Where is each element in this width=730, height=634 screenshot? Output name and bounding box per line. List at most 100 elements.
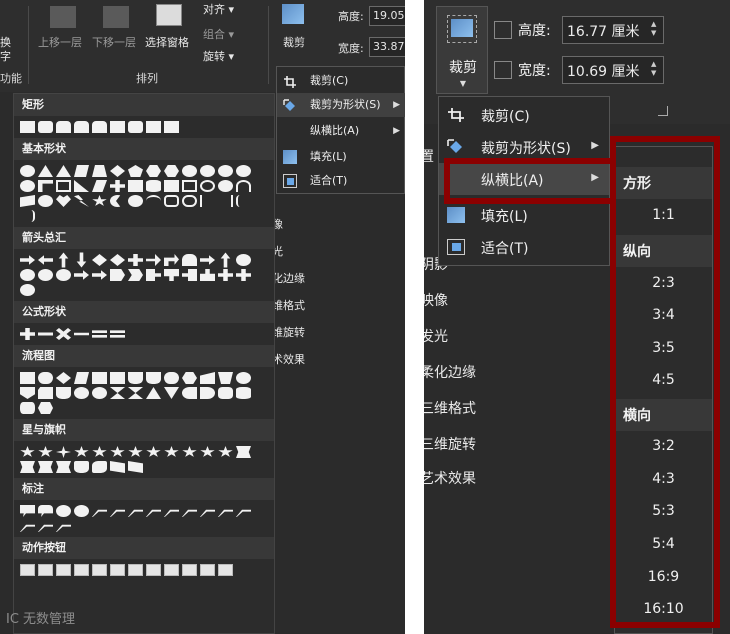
rectangular-callout-shape-icon[interactable] — [20, 505, 35, 517]
menu-item-crop[interactable]: 裁剪(C) — [277, 69, 405, 93]
curved-up-arrow-shape-icon[interactable] — [38, 269, 53, 281]
action-button-help-icon[interactable] — [200, 564, 215, 576]
no-symbol-shape-icon[interactable] — [218, 180, 233, 192]
right-brace-shape-icon[interactable] — [20, 210, 35, 222]
curved-down-arrow-shape-icon[interactable] — [56, 269, 71, 281]
down-arrow-shape-icon[interactable] — [76, 253, 88, 268]
star-16-point-shape-icon[interactable] — [182, 446, 197, 457]
flowchart-summing-junction-shape-icon[interactable] — [74, 387, 89, 399]
dodecagon-shape-icon[interactable] — [218, 165, 233, 177]
left-arrow-shape-icon[interactable] — [38, 254, 53, 266]
double-brace-shape-icon[interactable] — [182, 195, 197, 207]
menu-item-crop-to-shape[interactable]: 裁剪为形状(S) ▶ — [277, 93, 405, 117]
flowchart-extract-shape-icon[interactable] — [146, 387, 161, 399]
left-up-arrow-shape-icon[interactable] — [200, 255, 215, 265]
pentagon-arrow-shape-icon[interactable] — [110, 269, 125, 281]
flowchart-offpage-connector-shape-icon[interactable] — [20, 387, 35, 399]
bevel-shape-icon[interactable] — [182, 180, 197, 192]
donut-shape-icon[interactable] — [200, 180, 215, 192]
round-rectangle-shape-icon[interactable] — [110, 121, 125, 133]
double-bracket-shape-icon[interactable] — [164, 195, 179, 207]
quad-arrow-shape-icon[interactable] — [128, 254, 143, 266]
minus-sign-shape-icon[interactable] — [38, 332, 53, 336]
flowchart-card-shape-icon[interactable] — [38, 387, 53, 399]
line-callout-border-1-shape-icon[interactable] — [200, 509, 215, 517]
round-rectangle-shape-icon[interactable] — [164, 121, 179, 133]
flowchart-decision-shape-icon[interactable] — [56, 372, 71, 384]
star-7-point-shape-icon[interactable] — [110, 446, 125, 457]
frame-shape-icon[interactable] — [56, 180, 71, 192]
folded-corner-shape-icon[interactable] — [20, 195, 35, 207]
striped-right-arrow-shape-icon[interactable] — [74, 270, 89, 280]
plus-sign-shape-icon[interactable] — [20, 328, 35, 340]
rounded-rectangle-shape-icon[interactable] — [38, 121, 53, 133]
action-button-movie-icon[interactable] — [146, 564, 161, 576]
crop-button-large[interactable]: 裁剪 ▼ — [436, 6, 488, 94]
chevron-shape-icon[interactable] — [128, 269, 143, 281]
curved-ribbon-up-shape-icon[interactable] — [38, 461, 53, 473]
pentagon-shape-icon[interactable] — [128, 165, 143, 177]
left-right-arrow-callout-shape-icon[interactable] — [218, 269, 233, 281]
align-button[interactable]: 对齐 ▾ — [203, 1, 234, 17]
menu-item-aspect-ratio[interactable]: 纵横比(A) ▶ — [277, 119, 405, 143]
can-shape-icon[interactable] — [146, 180, 161, 192]
width-input[interactable]: 33.87 — [369, 37, 405, 57]
quad-arrow-callout-shape-icon[interactable] — [236, 269, 251, 281]
block-arc-shape-icon[interactable] — [236, 180, 251, 192]
pie-shape-icon[interactable] — [236, 165, 251, 177]
flowchart-alternate-process-shape-icon[interactable] — [38, 372, 53, 384]
action-button-information-icon[interactable] — [110, 564, 125, 576]
decagon-shape-icon[interactable] — [182, 165, 197, 177]
swap-label-bottom[interactable]: 字 — [0, 48, 11, 64]
line-callout-2-shape-icon[interactable] — [110, 509, 125, 517]
half-frame-shape-icon[interactable] — [38, 180, 53, 192]
star-10-point-shape-icon[interactable] — [146, 446, 161, 457]
selection-pane-button[interactable]: 选择窗格 — [145, 34, 189, 50]
vertical-scroll-shape-icon[interactable] — [74, 461, 89, 473]
snip-rectangle-shape-icon[interactable] — [56, 121, 71, 133]
height-input[interactable]: 16.77 厘米 — [562, 16, 664, 44]
flowchart-terminator-shape-icon[interactable] — [164, 372, 179, 384]
width-spinner-icon[interactable]: ▲ ▼ — [651, 60, 656, 78]
ribbon-down-shape-icon[interactable] — [20, 461, 35, 473]
star-32-point-shape-icon[interactable] — [218, 446, 233, 457]
dodecagon-shape-icon[interactable] — [200, 165, 215, 177]
flowchart-punched-tape-shape-icon[interactable] — [56, 387, 71, 399]
curved-ribbon-down-shape-icon[interactable] — [56, 461, 71, 473]
height-spinner-icon[interactable]: ▲ ▼ — [651, 20, 656, 38]
flowchart-merge-shape-icon[interactable] — [164, 387, 179, 399]
flowchart-magnetic-disk-shape-icon[interactable] — [236, 387, 251, 399]
send-backward-button[interactable]: 下移一层 — [92, 34, 136, 50]
flowchart-manual-input-shape-icon[interactable] — [200, 372, 215, 384]
flowchart-document-shape-icon[interactable] — [128, 372, 143, 384]
line-callout-border-2-shape-icon[interactable] — [218, 509, 233, 517]
action-button-document-icon[interactable] — [164, 564, 179, 576]
star-4-point-shape-icon[interactable] — [56, 446, 71, 458]
line-callout-border-accent-3-shape-icon[interactable] — [56, 524, 71, 532]
left-right-arrow-shape-icon[interactable] — [92, 254, 107, 266]
left-brace-shape-icon[interactable] — [236, 195, 251, 207]
flowchart-display-shape-icon[interactable] — [38, 402, 53, 414]
bent-up-arrow-shape-icon[interactable] — [220, 253, 232, 268]
flowchart-process-shape-icon[interactable] — [20, 372, 35, 384]
crop-button[interactable]: 裁剪 — [283, 34, 305, 50]
left-bracket-shape-icon[interactable] — [200, 195, 215, 207]
up-arrow-callout-shape-icon[interactable] — [200, 269, 215, 281]
rounded-rectangular-callout-shape-icon[interactable] — [38, 505, 53, 517]
menu-item-fit[interactable]: 适合(T) — [439, 231, 609, 263]
right-arrow-callout-shape-icon[interactable] — [146, 269, 161, 281]
action-button-back-icon[interactable] — [20, 564, 35, 576]
star-6-point-shape-icon[interactable] — [92, 446, 107, 457]
equal-sign-shape-icon[interactable] — [92, 330, 107, 338]
height-input[interactable]: 19.05 — [369, 6, 405, 26]
line-callout-1-shape-icon[interactable] — [92, 509, 107, 517]
flowchart-delay-shape-icon[interactable] — [200, 387, 215, 399]
flowchart-or-shape-icon[interactable] — [92, 387, 107, 399]
left-right-up-arrow-shape-icon[interactable] — [146, 254, 161, 266]
wave-shape-icon[interactable] — [110, 461, 125, 473]
menu-item-fit[interactable]: 适合(T) — [277, 169, 405, 193]
lightning-bolt-shape-icon[interactable] — [74, 195, 89, 207]
snip-rectangle-shape-icon[interactable] — [74, 121, 89, 133]
right-arrow-shape-icon[interactable] — [20, 255, 35, 265]
ribbon-up-shape-icon[interactable] — [236, 446, 251, 458]
